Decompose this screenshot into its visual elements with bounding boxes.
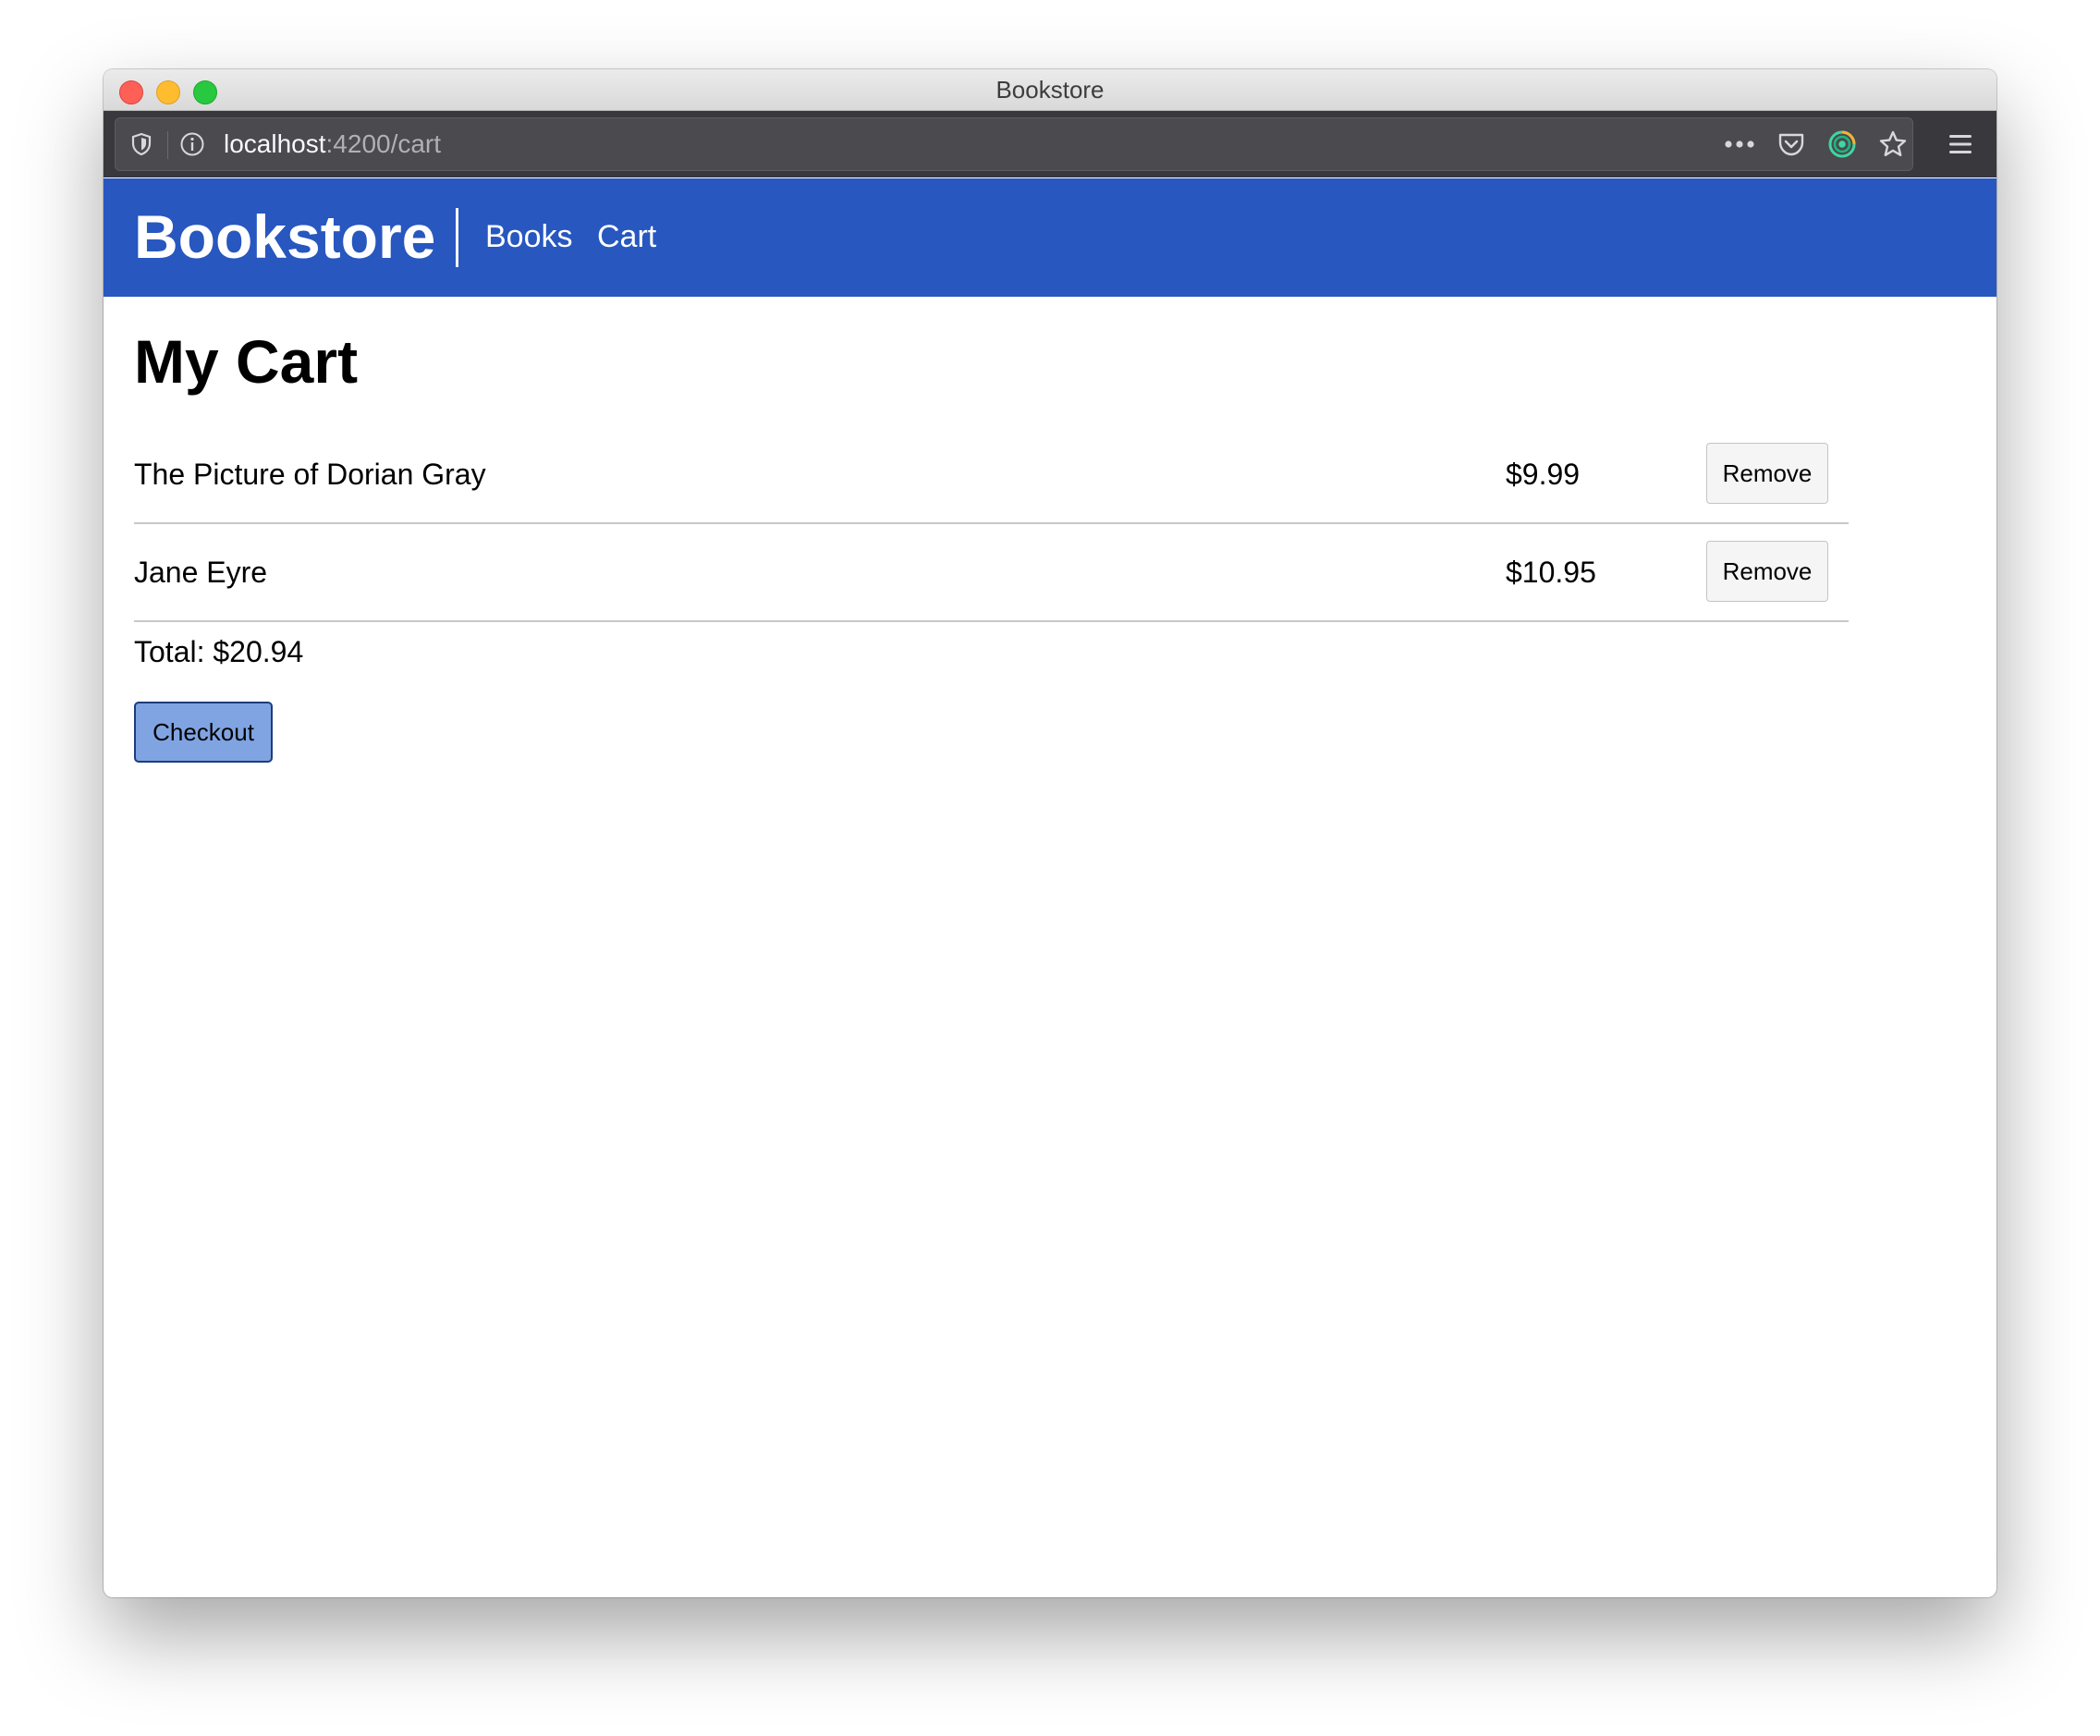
browser-toolbar: localhost:4200/cart bbox=[104, 111, 1996, 177]
info-icon[interactable] bbox=[178, 130, 206, 158]
checkout-button[interactable]: Checkout bbox=[134, 702, 273, 763]
cart-item-title: Jane Eyre bbox=[134, 556, 268, 589]
extension-icon[interactable] bbox=[1826, 128, 1858, 160]
window-title: Bookstore bbox=[995, 76, 1105, 104]
pocket-icon[interactable] bbox=[1776, 129, 1807, 159]
menu-icon[interactable] bbox=[1945, 129, 1976, 159]
url-host: localhost bbox=[224, 129, 326, 158]
brand-link[interactable]: Bookstore bbox=[134, 178, 435, 297]
remove-button[interactable]: Remove bbox=[1706, 443, 1828, 504]
remove-button[interactable]: Remove bbox=[1706, 541, 1828, 602]
cart-list: The Picture of Dorian Gray $9.99 Remove … bbox=[134, 426, 1849, 622]
nav-link-books[interactable]: Books bbox=[485, 178, 573, 297]
bookmark-star-icon[interactable] bbox=[1877, 128, 1909, 160]
address-bar[interactable]: localhost:4200/cart bbox=[115, 117, 1913, 171]
cart-item-title: The Picture of Dorian Gray bbox=[134, 458, 486, 491]
browser-window: Bookstore localhost:4200/cart Bookstore … bbox=[104, 69, 1996, 1597]
cart-item: Jane Eyre $10.95 Remove bbox=[134, 524, 1849, 622]
more-icon[interactable] bbox=[1724, 129, 1755, 159]
url-path: :4200/cart bbox=[325, 129, 442, 158]
app-navbar: Bookstore Books Cart bbox=[104, 178, 1996, 297]
nav-divider bbox=[456, 208, 458, 267]
url-separator bbox=[167, 131, 168, 159]
cart-item-price: $10.95 bbox=[1506, 556, 1596, 589]
shield-icon[interactable] bbox=[128, 131, 154, 157]
page-title: My Cart bbox=[134, 327, 359, 396]
cart-item-price: $9.99 bbox=[1506, 458, 1581, 491]
cart-total: Total: $20.94 bbox=[134, 635, 304, 668]
nav-link-cart[interactable]: Cart bbox=[597, 178, 656, 297]
window-titlebar: Bookstore bbox=[104, 69, 1996, 111]
cart-item: The Picture of Dorian Gray $9.99 Remove bbox=[134, 426, 1849, 524]
url-text[interactable]: localhost:4200/cart bbox=[224, 118, 441, 170]
